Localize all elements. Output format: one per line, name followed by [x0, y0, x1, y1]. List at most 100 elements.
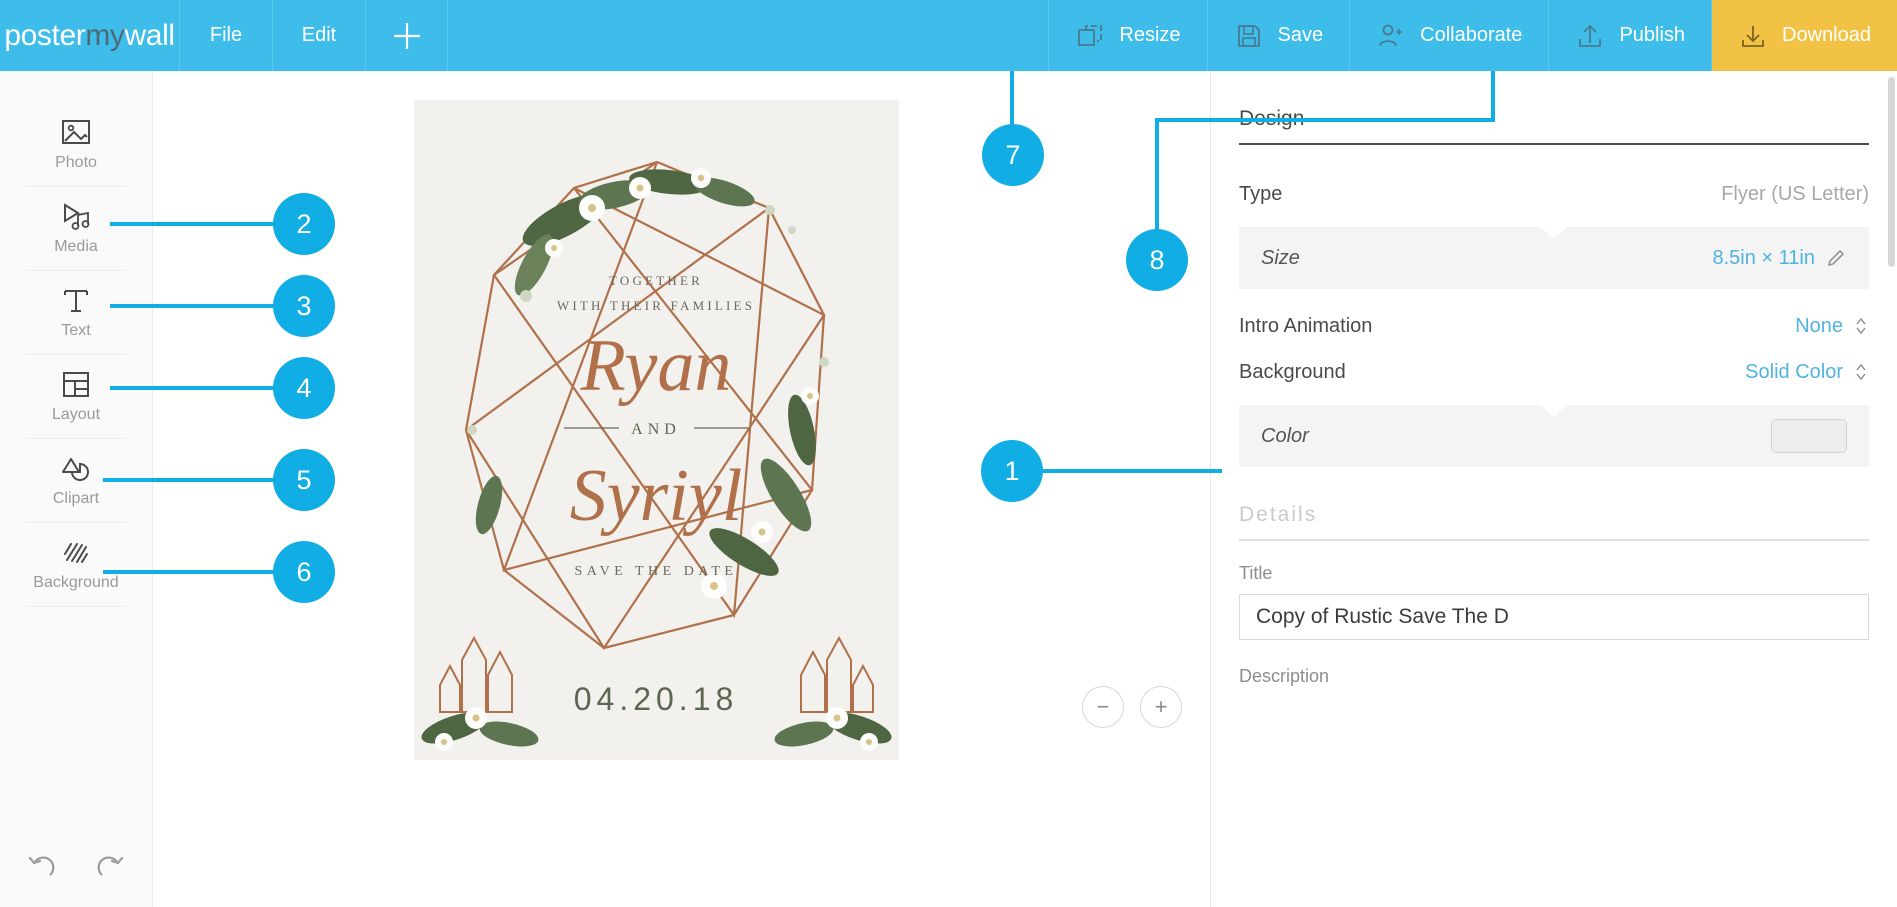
person-plus-icon [1376, 21, 1406, 51]
type-label: Type [1239, 183, 1282, 206]
redo-icon[interactable] [94, 851, 128, 885]
sidebar-label-background: Background [33, 574, 118, 592]
design-section-title: Design [1239, 107, 1869, 143]
chevron-updown-icon [1853, 316, 1869, 336]
details-section-title: Details [1239, 503, 1869, 539]
design-properties-panel: Design Type Flyer (US Letter) Size 8.5in… [1210, 71, 1897, 907]
menu-edit[interactable]: Edit [273, 0, 366, 71]
row-intro-animation[interactable]: Intro Animation None [1239, 303, 1869, 349]
panel-scrollbar[interactable] [1888, 77, 1895, 267]
svg-text:WITH THEIR FAMILIES: WITH THEIR FAMILIES [557, 298, 755, 313]
callout-line-1 [1040, 469, 1222, 473]
text-icon [59, 286, 93, 316]
resize-label: Resize [1119, 24, 1180, 47]
app-logo[interactable]: postermywall [0, 0, 180, 71]
callout-line-4 [110, 386, 285, 390]
description-field-label: Description [1239, 666, 1869, 687]
row-background[interactable]: Background Solid Color [1239, 349, 1869, 395]
layout-icon [59, 370, 93, 400]
size-caret-icon [1541, 227, 1567, 239]
background-value-group[interactable]: Solid Color [1745, 361, 1869, 384]
resize-icon [1075, 21, 1105, 51]
sidebar-item-text[interactable]: Text [26, 271, 126, 355]
sidebar-item-media[interactable]: Media [26, 187, 126, 271]
sidebar-item-photo[interactable]: Photo [26, 103, 126, 187]
size-row[interactable]: Size 8.5in × 11in [1239, 227, 1869, 289]
row-type: Type Flyer (US Letter) [1239, 171, 1869, 217]
svg-text:SAVE THE DATE: SAVE THE DATE [575, 564, 738, 579]
svg-text:Syriyl: Syriyl [570, 455, 743, 537]
background-label: Background [1239, 361, 1346, 384]
callout-badge-5[interactable]: 5 [273, 449, 335, 511]
background-value: Solid Color [1745, 361, 1843, 384]
chevron-updown-icon [1853, 362, 1869, 382]
collaborate-button[interactable]: Collaborate [1350, 0, 1549, 71]
toolbar-spacer [448, 0, 1049, 71]
download-icon [1738, 21, 1768, 51]
add-button[interactable] [366, 0, 448, 71]
save-button[interactable]: Save [1208, 0, 1351, 71]
publish-button[interactable]: Publish [1549, 0, 1712, 71]
callout-badge-3[interactable]: 3 [273, 275, 335, 337]
sidebar-label-photo: Photo [55, 154, 97, 172]
callout-line-6 [103, 570, 285, 574]
sidebar-label-text: Text [61, 322, 90, 340]
plus-icon [390, 19, 424, 53]
type-value: Flyer (US Letter) [1721, 183, 1869, 206]
background-hatch-icon [59, 538, 93, 568]
details-section-rule [1239, 539, 1869, 541]
callout-badge-2[interactable]: 2 [273, 193, 335, 255]
intro-animation-value: None [1795, 315, 1843, 338]
tool-sidebar: Photo Media Text Layout [0, 71, 152, 907]
intro-animation-value-group[interactable]: None [1795, 315, 1869, 338]
color-row[interactable]: Color [1239, 405, 1869, 467]
photo-icon [59, 118, 93, 148]
callout-badge-6[interactable]: 6 [273, 541, 335, 603]
size-value-group[interactable]: 8.5in × 11in [1713, 247, 1848, 270]
upload-icon [1575, 21, 1605, 51]
callout-badge-1[interactable]: 1 [981, 440, 1043, 502]
svg-text:TOGETHER: TOGETHER [609, 273, 703, 288]
logo-part-my: my [85, 19, 124, 52]
callout-line-8-down-to-download [1491, 71, 1495, 122]
callout-badge-8[interactable]: 8 [1126, 229, 1188, 291]
sidebar-item-background[interactable]: Background [26, 523, 126, 607]
poster-canvas[interactable]: TOGETHER WITH THEIR FAMILIES Ryan AND Sy… [414, 100, 899, 760]
callout-line-5 [103, 478, 285, 482]
collaborate-label: Collaborate [1420, 24, 1522, 47]
sidebar-label-media: Media [54, 238, 98, 256]
sidebar-label-layout: Layout [52, 406, 100, 424]
menu-file[interactable]: File [180, 0, 273, 71]
undo-icon[interactable] [24, 851, 58, 885]
download-label: Download [1782, 24, 1871, 47]
save-label: Save [1278, 24, 1324, 47]
callout-line-8-horizontal [1155, 118, 1495, 122]
sidebar-item-layout[interactable]: Layout [26, 355, 126, 439]
zoom-out-button[interactable]: − [1082, 686, 1124, 728]
pencil-icon[interactable] [1825, 247, 1847, 269]
download-button[interactable]: Download [1712, 0, 1897, 71]
title-field-label: Title [1239, 563, 1869, 584]
callout-line-3 [110, 304, 285, 308]
color-caret-icon [1541, 405, 1567, 417]
svg-text:AND: AND [631, 421, 681, 438]
poster-artwork: TOGETHER WITH THEIR FAMILIES Ryan AND Sy… [414, 100, 899, 760]
svg-text:04.20.18: 04.20.18 [574, 681, 739, 717]
callout-line-2 [110, 222, 285, 226]
logo-part-poster: poster [4, 19, 85, 52]
media-icon [58, 202, 94, 232]
title-input[interactable] [1239, 594, 1869, 640]
intro-animation-label: Intro Animation [1239, 315, 1372, 338]
logo-part-wall: wall [125, 19, 175, 52]
design-section-rule [1239, 143, 1869, 145]
callout-badge-4[interactable]: 4 [273, 357, 335, 419]
size-label: Size [1261, 247, 1300, 270]
color-swatch[interactable] [1771, 419, 1847, 453]
publish-label: Publish [1619, 24, 1685, 47]
zoom-in-button[interactable]: + [1140, 686, 1182, 728]
callout-badge-7[interactable]: 7 [982, 124, 1044, 186]
resize-button[interactable]: Resize [1049, 0, 1207, 71]
undo-redo-group [0, 851, 152, 885]
clipart-icon [58, 454, 94, 484]
svg-text:Ryan: Ryan [580, 325, 732, 407]
